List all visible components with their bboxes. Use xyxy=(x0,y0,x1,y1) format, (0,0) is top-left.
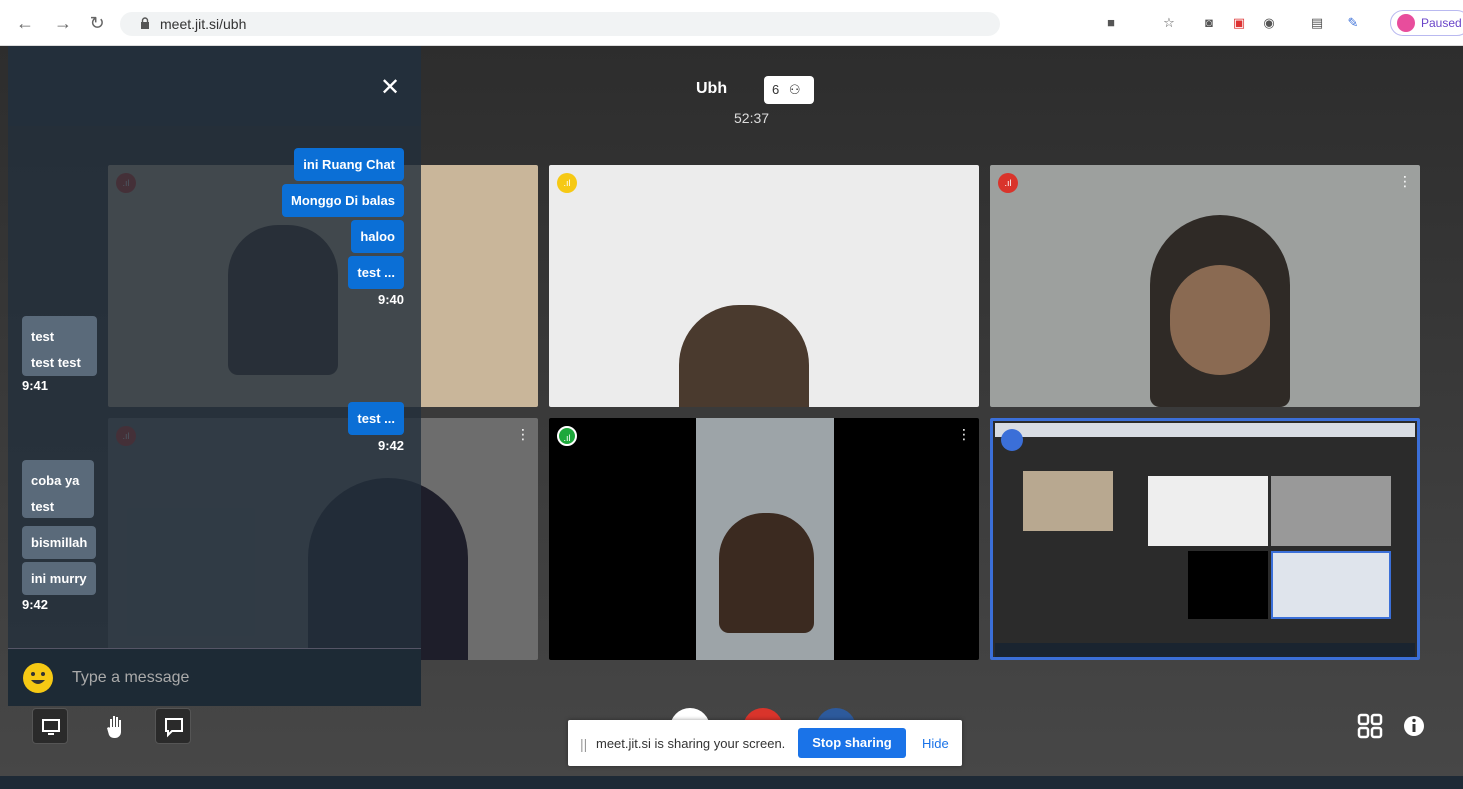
screen-share-icon xyxy=(42,719,60,735)
tile-view-button[interactable] xyxy=(1352,708,1388,744)
browser-toolbar: ← → ↻ meet.jit.si/ubh ■ ☆ ◙ ▣ ◉ ▤ ✎ Paus… xyxy=(0,0,1463,46)
screen-share-tile[interactable] xyxy=(990,418,1420,660)
back-icon[interactable]: ← xyxy=(14,12,36,34)
chat-timestamp: 9:40 xyxy=(377,292,404,307)
more-options-icon[interactable]: ⋮ xyxy=(1398,173,1412,190)
avatar xyxy=(1397,14,1415,32)
connection-indicator-icon: .ıl xyxy=(998,173,1018,193)
shared-screen-thumb xyxy=(1188,551,1268,619)
screen-share-button[interactable] xyxy=(32,708,68,744)
participants-icon: ⚇ xyxy=(788,82,801,97)
profile-label: Paused xyxy=(1421,16,1462,30)
face xyxy=(719,513,814,633)
screenshot-icon[interactable]: ◙ xyxy=(1198,12,1220,34)
extension-icon[interactable]: ◉ xyxy=(1258,12,1280,34)
video-tile[interactable]: .ıl xyxy=(549,165,979,407)
camera-icon[interactable]: ■ xyxy=(1100,12,1122,34)
chat-message-group: test test test xyxy=(22,316,97,376)
hand-icon xyxy=(107,716,121,738)
chat-message: haloo xyxy=(351,220,404,253)
participant-count: 6 xyxy=(772,82,780,97)
chat-button[interactable] xyxy=(155,708,191,744)
meeting-title: Ubh xyxy=(696,80,728,97)
star-icon[interactable]: ☆ xyxy=(1158,12,1180,34)
share-indicator-icon xyxy=(1001,429,1023,451)
more-options-icon[interactable]: ⋮ xyxy=(957,426,971,443)
chat-message: ini Ruang Chat xyxy=(294,148,404,181)
tile-view-icon xyxy=(1357,713,1383,739)
chat-message-group: coba ya test xyxy=(22,460,94,518)
forward-icon[interactable]: → xyxy=(52,12,74,34)
sharing-message: meet.jit.si is sharing your screen. xyxy=(596,736,786,751)
shared-screen-tabs xyxy=(995,423,1415,437)
chat-header: ✕ xyxy=(8,46,421,126)
shared-screen-thumb xyxy=(1271,476,1391,546)
chat-message: test test xyxy=(31,355,81,370)
shared-screen-thumb xyxy=(1148,476,1268,546)
video-tile[interactable]: .ıl ⋮ xyxy=(990,165,1420,407)
address-bar[interactable]: meet.jit.si/ubh xyxy=(120,12,1000,36)
meeting-timer: 52:37 xyxy=(734,110,770,126)
connection-indicator-icon: .ıl xyxy=(557,173,577,193)
shared-screen-thumb xyxy=(1023,471,1113,531)
face xyxy=(1170,265,1270,375)
chat-message: test xyxy=(31,499,55,514)
chat-message: bismillah xyxy=(22,526,97,559)
shared-screen-taskbar xyxy=(995,643,1415,657)
participant-video xyxy=(679,305,809,407)
profile-button[interactable]: Paused xyxy=(1390,10,1463,36)
connection-indicator-icon: .ıl xyxy=(557,426,577,446)
emoji-icon[interactable] xyxy=(23,663,53,693)
video-tile[interactable]: .ıl ⋮ xyxy=(549,418,979,660)
chat-timestamp: 9:42 xyxy=(377,438,404,453)
extension-icon[interactable]: ▣ xyxy=(1228,12,1250,34)
chat-icon xyxy=(165,718,183,738)
extension-icon[interactable]: ▤ xyxy=(1306,12,1328,34)
chat-message: test ... xyxy=(348,402,404,435)
chat-message: test ... xyxy=(348,256,404,289)
participant-count-badge[interactable]: 6 ⚇ xyxy=(764,76,814,104)
reload-icon[interactable]: ↻ xyxy=(86,12,108,34)
stop-sharing-button[interactable]: Stop sharing xyxy=(798,728,906,758)
hide-button[interactable]: Hide xyxy=(922,736,949,751)
chat-input-placeholder: Type a message xyxy=(72,669,190,686)
shared-screen-thumb xyxy=(1271,551,1391,619)
chat-timestamp: 9:42 xyxy=(22,597,49,612)
info-icon xyxy=(1404,716,1424,736)
chat-input[interactable]: Type a message xyxy=(8,648,421,706)
extension-icon[interactable]: ✎ xyxy=(1342,12,1364,34)
raise-hand-button[interactable] xyxy=(98,708,134,744)
drag-handle-icon[interactable]: || xyxy=(580,736,587,752)
chat-timestamp: 9:41 xyxy=(22,378,49,393)
chat-message: ini murry xyxy=(22,562,96,595)
chat-panel: ✕ ini Ruang Chat Monggo Di balas haloo t… xyxy=(8,46,421,706)
more-options-icon[interactable]: ⋮ xyxy=(516,426,530,443)
close-icon[interactable]: ✕ xyxy=(378,76,402,100)
screen: ← → ↻ meet.jit.si/ubh ■ ☆ ◙ ▣ ◉ ▤ ✎ Paus… xyxy=(0,0,1463,789)
os-taskbar xyxy=(0,776,1463,789)
meeting-subject: Ubh 6 ⚇ 52:37 xyxy=(696,76,846,136)
info-button[interactable] xyxy=(1396,708,1432,744)
screen-sharing-notification: || meet.jit.si is sharing your screen. S… xyxy=(568,720,962,766)
url-text: meet.jit.si/ubh xyxy=(160,16,247,32)
chat-message: Monggo Di balas xyxy=(282,184,404,217)
lock-icon xyxy=(141,17,149,29)
